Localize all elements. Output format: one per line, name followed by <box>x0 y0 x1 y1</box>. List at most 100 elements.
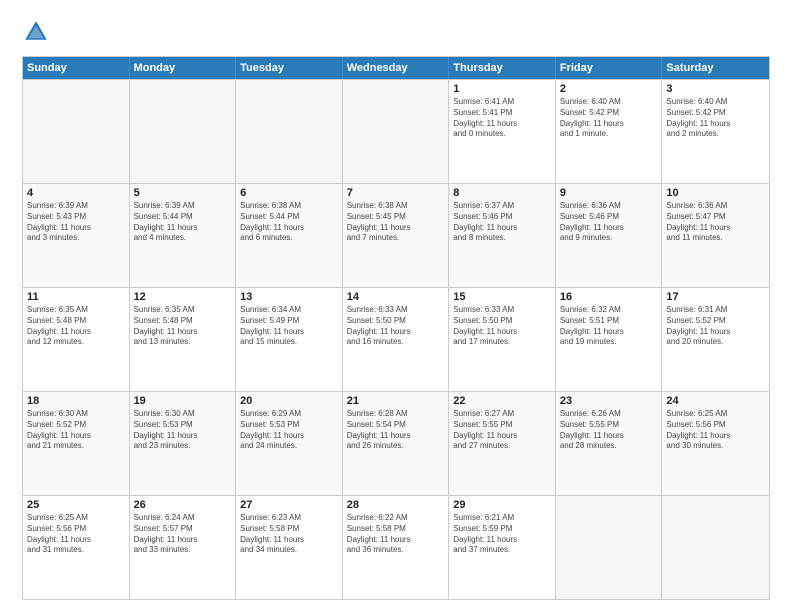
calendar-row-2: 4 Sunrise: 6:39 AM Sunset: 5:43 PM Daylig… <box>23 183 769 287</box>
cell-info: Sunrise: 6:29 AM Sunset: 5:53 PM Dayligh… <box>240 409 338 452</box>
cell-date: 25 <box>27 499 125 511</box>
cell-info: Sunrise: 6:35 AM Sunset: 5:48 PM Dayligh… <box>134 305 232 348</box>
cell-date: 29 <box>453 499 551 511</box>
calendar-cell: 5 Sunrise: 6:39 AM Sunset: 5:44 PM Daylig… <box>130 184 237 287</box>
header-day-thursday: Thursday <box>449 57 556 79</box>
cell-info: Sunrise: 6:36 AM Sunset: 5:47 PM Dayligh… <box>666 201 765 244</box>
calendar: SundayMondayTuesdayWednesdayThursdayFrid… <box>22 56 770 600</box>
top-section <box>22 18 770 46</box>
cell-date: 20 <box>240 395 338 407</box>
calendar-cell <box>23 80 130 183</box>
calendar-row-1: 1Sunrise: 6:41 AM Sunset: 5:41 PM Daylig… <box>23 79 769 183</box>
cell-info: Sunrise: 6:24 AM Sunset: 5:57 PM Dayligh… <box>134 513 232 556</box>
calendar-cell: 18Sunrise: 6:30 AM Sunset: 5:52 PM Dayli… <box>23 392 130 495</box>
calendar-cell <box>662 496 769 599</box>
cell-info: Sunrise: 6:37 AM Sunset: 5:46 PM Dayligh… <box>453 201 551 244</box>
cell-date: 26 <box>134 499 232 511</box>
cell-date: 2 <box>560 83 658 95</box>
calendar-cell: 14 Sunrise: 6:33 AM Sunset: 5:50 PM Dayli… <box>343 288 450 391</box>
calendar-cell: 4 Sunrise: 6:39 AM Sunset: 5:43 PM Daylig… <box>23 184 130 287</box>
cell-date: 12 <box>134 291 232 303</box>
calendar-cell: 2 Sunrise: 6:40 AM Sunset: 5:42 PM Daylig… <box>556 80 663 183</box>
cell-date: 6 <box>240 187 338 199</box>
calendar-cell: 13 Sunrise: 6:34 AM Sunset: 5:49 PM Dayli… <box>236 288 343 391</box>
cell-info: Sunrise: 6:22 AM Sunset: 5:58 PM Dayligh… <box>347 513 445 556</box>
cell-info: Sunrise: 6:40 AM Sunset: 5:42 PM Dayligh… <box>560 97 658 140</box>
header-day-wednesday: Wednesday <box>343 57 450 79</box>
logo-icon <box>22 18 50 46</box>
calendar-cell: 27Sunrise: 6:23 AM Sunset: 5:58 PM Dayli… <box>236 496 343 599</box>
calendar-cell: 23 Sunrise: 6:26 AM Sunset: 5:55 PM Dayli… <box>556 392 663 495</box>
header-day-tuesday: Tuesday <box>236 57 343 79</box>
calendar-cell <box>236 80 343 183</box>
cell-date: 16 <box>560 291 658 303</box>
cell-date: 24 <box>666 395 765 407</box>
cell-date: 1 <box>453 83 551 95</box>
cell-info: Sunrise: 6:39 AM Sunset: 5:44 PM Dayligh… <box>134 201 232 244</box>
cell-info: Sunrise: 6:25 AM Sunset: 5:56 PM Dayligh… <box>666 409 765 452</box>
cell-info: Sunrise: 6:39 AM Sunset: 5:43 PM Dayligh… <box>27 201 125 244</box>
header-day-sunday: Sunday <box>23 57 130 79</box>
cell-date: 19 <box>134 395 232 407</box>
cell-date: 3 <box>666 83 765 95</box>
calendar-body: 1Sunrise: 6:41 AM Sunset: 5:41 PM Daylig… <box>23 79 769 599</box>
cell-info: Sunrise: 6:27 AM Sunset: 5:55 PM Dayligh… <box>453 409 551 452</box>
calendar-cell: 22 Sunrise: 6:27 AM Sunset: 5:55 PM Dayli… <box>449 392 556 495</box>
cell-info: Sunrise: 6:38 AM Sunset: 5:45 PM Dayligh… <box>347 201 445 244</box>
cell-date: 5 <box>134 187 232 199</box>
calendar-cell: 28Sunrise: 6:22 AM Sunset: 5:58 PM Dayli… <box>343 496 450 599</box>
cell-info: Sunrise: 6:33 AM Sunset: 5:50 PM Dayligh… <box>453 305 551 348</box>
cell-date: 21 <box>347 395 445 407</box>
calendar-cell: 11Sunrise: 6:35 AM Sunset: 5:48 PM Dayli… <box>23 288 130 391</box>
cell-date: 4 <box>27 187 125 199</box>
cell-info: Sunrise: 6:30 AM Sunset: 5:53 PM Dayligh… <box>134 409 232 452</box>
cell-date: 9 <box>560 187 658 199</box>
header-day-saturday: Saturday <box>662 57 769 79</box>
calendar-cell: 21 Sunrise: 6:28 AM Sunset: 5:54 PM Dayli… <box>343 392 450 495</box>
calendar-cell: 25 Sunrise: 6:25 AM Sunset: 5:56 PM Dayli… <box>23 496 130 599</box>
calendar-cell: 10 Sunrise: 6:36 AM Sunset: 5:47 PM Dayli… <box>662 184 769 287</box>
cell-date: 27 <box>240 499 338 511</box>
calendar-cell: 26 Sunrise: 6:24 AM Sunset: 5:57 PM Dayli… <box>130 496 237 599</box>
cell-date: 15 <box>453 291 551 303</box>
calendar-cell: 6 Sunrise: 6:38 AM Sunset: 5:44 PM Daylig… <box>236 184 343 287</box>
cell-date: 22 <box>453 395 551 407</box>
cell-info: Sunrise: 6:34 AM Sunset: 5:49 PM Dayligh… <box>240 305 338 348</box>
cell-date: 14 <box>347 291 445 303</box>
cell-info: Sunrise: 6:36 AM Sunset: 5:46 PM Dayligh… <box>560 201 658 244</box>
page: SundayMondayTuesdayWednesdayThursdayFrid… <box>0 0 792 612</box>
calendar-cell <box>130 80 237 183</box>
calendar-cell: 15 Sunrise: 6:33 AM Sunset: 5:50 PM Dayli… <box>449 288 556 391</box>
calendar-cell: 20 Sunrise: 6:29 AM Sunset: 5:53 PM Dayli… <box>236 392 343 495</box>
calendar-cell: 8 Sunrise: 6:37 AM Sunset: 5:46 PM Daylig… <box>449 184 556 287</box>
cell-info: Sunrise: 6:28 AM Sunset: 5:54 PM Dayligh… <box>347 409 445 452</box>
cell-date: 23 <box>560 395 658 407</box>
cell-date: 17 <box>666 291 765 303</box>
header-day-friday: Friday <box>556 57 663 79</box>
logo <box>22 18 56 46</box>
calendar-header: SundayMondayTuesdayWednesdayThursdayFrid… <box>23 57 769 79</box>
calendar-row-4: 18Sunrise: 6:30 AM Sunset: 5:52 PM Dayli… <box>23 391 769 495</box>
calendar-cell: 3Sunrise: 6:40 AM Sunset: 5:42 PM Daylig… <box>662 80 769 183</box>
cell-info: Sunrise: 6:38 AM Sunset: 5:44 PM Dayligh… <box>240 201 338 244</box>
calendar-row-3: 11 Sunrise: 6:35 AM Sunset: 5:48 PM Dayli… <box>23 287 769 391</box>
cell-info: Sunrise: 6:30 AM Sunset: 5:52 PM Dayligh… <box>27 409 125 452</box>
cell-info: Sunrise: 6:26 AM Sunset: 5:55 PM Dayligh… <box>560 409 658 452</box>
calendar-cell: 29 Sunrise: 6:21 AM Sunset: 5:59 PM Dayli… <box>449 496 556 599</box>
calendar-cell: 1Sunrise: 6:41 AM Sunset: 5:41 PM Daylig… <box>449 80 556 183</box>
calendar-cell: 19 Sunrise: 6:30 AM Sunset: 5:53 PM Dayli… <box>130 392 237 495</box>
calendar-cell: 9 Sunrise: 6:36 AM Sunset: 5:46 PM Daylig… <box>556 184 663 287</box>
cell-date: 10 <box>666 187 765 199</box>
calendar-cell: 7 Sunrise: 6:38 AM Sunset: 5:45 PM Daylig… <box>343 184 450 287</box>
cell-info: Sunrise: 6:25 AM Sunset: 5:56 PM Dayligh… <box>27 513 125 556</box>
cell-date: 11 <box>27 291 125 303</box>
cell-info: Sunrise: 6:33 AM Sunset: 5:50 PM Dayligh… <box>347 305 445 348</box>
calendar-cell <box>343 80 450 183</box>
cell-date: 8 <box>453 187 551 199</box>
calendar-cell: 16Sunrise: 6:32 AM Sunset: 5:51 PM Dayli… <box>556 288 663 391</box>
cell-info: Sunrise: 6:21 AM Sunset: 5:59 PM Dayligh… <box>453 513 551 556</box>
header-day-monday: Monday <box>130 57 237 79</box>
cell-date: 7 <box>347 187 445 199</box>
cell-date: 13 <box>240 291 338 303</box>
cell-info: Sunrise: 6:31 AM Sunset: 5:52 PM Dayligh… <box>666 305 765 348</box>
